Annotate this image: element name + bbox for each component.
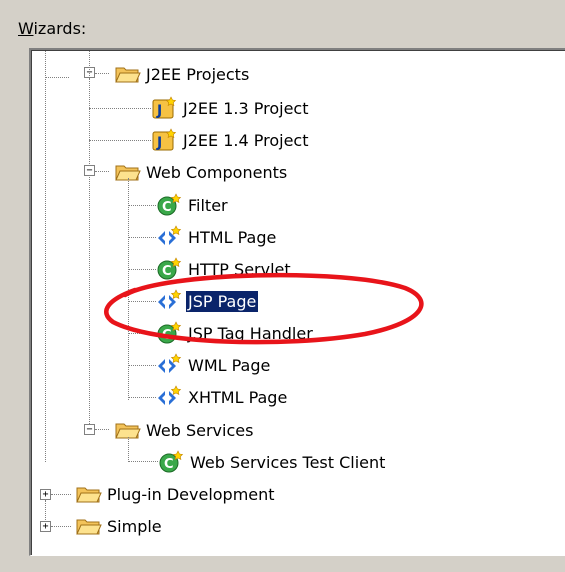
svg-text:C: C [162,328,172,343]
tree-item-xhtml-page[interactable]: XHTML Page [156,381,289,413]
project-j-icon: J [151,128,177,152]
folder-icon [75,482,102,506]
svg-text:C: C [162,264,172,279]
tree-item-j2ee-14-project[interactable]: J J2EE 1.4 Project [151,124,310,156]
markup-page-icon [156,225,182,249]
expand-toggle-simple[interactable]: + [40,521,51,532]
class-c-icon: C [156,257,182,281]
folder-open-icon [114,62,141,86]
svg-text:C: C [164,457,174,472]
tree-item-jsp-page[interactable]: JSP Page [156,285,260,317]
tree-item-web-services-test-client[interactable]: C Web Services Test Client [158,446,387,478]
folder-icon [75,514,102,538]
tree-item-jsp-tag-handler[interactable]: C JSP Tag Handler [156,317,315,349]
class-c-icon: C [156,321,182,345]
tree-item-j2ee-13-project[interactable]: J J2EE 1.3 Project [151,92,310,124]
wizards-tree[interactable]: − J2EE Projects J J2EE 1.3 Project J J2E… [29,48,565,556]
panel-bottom-strip [29,556,565,572]
tree-item-plugin-development[interactable]: Plug-in Development [75,478,277,510]
folder-open-icon [114,418,141,442]
expand-toggle-plugin-development[interactable]: + [40,489,51,500]
tree-item-http-servlet[interactable]: C HTTP Servlet [156,253,293,285]
collapse-toggle-web-components[interactable]: − [84,165,95,176]
tree-item-filter[interactable]: C Filter [156,189,230,221]
class-c-icon: C [156,193,182,217]
tree-item-wml-page[interactable]: WML Page [156,349,272,381]
svg-text:J: J [156,135,162,151]
class-c-icon: C [158,450,184,474]
tree-item-html-page[interactable]: HTML Page [156,221,278,253]
tree-item-web-services[interactable]: Web Services [114,414,255,446]
markup-page-icon [156,385,182,409]
markup-page-icon [156,353,182,377]
svg-text:J: J [156,103,162,119]
folder-open-icon [114,160,141,184]
project-j-icon: J [151,96,177,120]
tree-item-j2ee-projects[interactable]: J2EE Projects [114,58,251,90]
wizards-label: Wizards: [18,19,87,38]
tree-item-simple[interactable]: Simple [75,510,164,542]
svg-text:C: C [162,200,172,215]
collapse-toggle-web-services[interactable]: − [84,424,95,435]
markup-page-icon [156,289,182,313]
tree-item-web-components[interactable]: Web Components [114,156,289,188]
